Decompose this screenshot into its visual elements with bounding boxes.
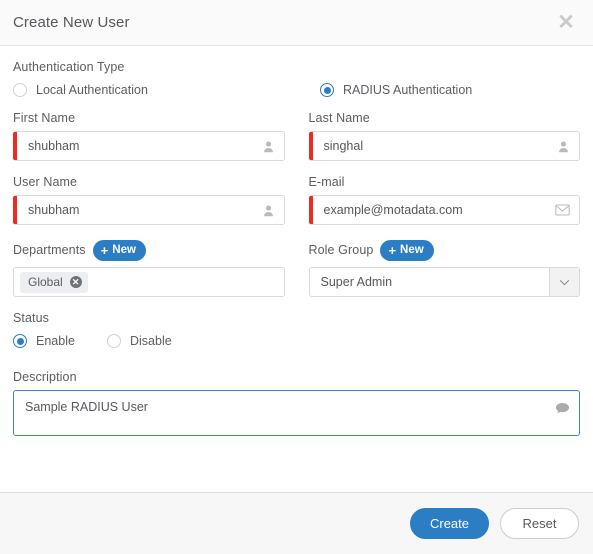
status-label: Status: [13, 311, 50, 325]
username-email-row: User Name shubham E-mail example@motadat…: [13, 175, 580, 225]
department-tag: Global ✕: [20, 271, 88, 293]
radio-status-enable-circle: [13, 334, 27, 348]
last-name-field: Last Name singhal: [308, 111, 580, 161]
user-icon: [262, 204, 275, 217]
email-value: example@motadata.com: [323, 203, 463, 217]
first-name-field: First Name shubham: [13, 111, 285, 161]
user-name-value: shubham: [28, 203, 80, 217]
radio-radius-authentication-circle: [320, 83, 334, 97]
role-group-new-button-label: New: [400, 244, 424, 256]
role-group-field: Role Group + New Super Admin: [308, 239, 581, 297]
envelope-icon: [555, 204, 570, 216]
comment-icon: [555, 402, 570, 421]
last-name-value: singhal: [323, 139, 364, 153]
user-icon: [557, 140, 570, 153]
authentication-type-radio-group: Local Authentication RADIUS Authenticati…: [13, 83, 580, 97]
radio-status-enable-label: Enable: [36, 334, 75, 348]
radio-radius-authentication[interactable]: RADIUS Authentication: [320, 83, 472, 97]
role-group-label-row: Role Group + New: [309, 239, 581, 261]
radio-status-disable[interactable]: Disable: [107, 334, 172, 348]
create-new-user-dialog: Create New User ✕ Authentication Type Lo…: [0, 0, 593, 554]
description-field: Description Sample RADIUS User: [13, 370, 580, 436]
radio-local-authentication-circle: [13, 83, 27, 97]
last-name-input[interactable]: singhal: [308, 131, 580, 161]
last-name-label: Last Name: [308, 111, 370, 125]
email-field: E-mail example@motadata.com: [308, 175, 580, 225]
departments-new-button[interactable]: + New: [92, 239, 146, 261]
departments-label-row: Departments + New: [13, 239, 285, 261]
description-textarea[interactable]: Sample RADIUS User: [13, 390, 580, 436]
role-group-label: Role Group: [308, 243, 374, 257]
radio-local-authentication[interactable]: Local Authentication: [13, 83, 296, 97]
remove-tag-icon[interactable]: ✕: [69, 276, 82, 288]
departments-field: Departments + New Global ✕: [13, 239, 285, 297]
close-icon[interactable]: ✕: [555, 12, 577, 34]
user-name-label: User Name: [13, 175, 78, 189]
dialog-title: Create New User: [13, 14, 130, 31]
description-label: Description: [13, 370, 77, 384]
departments-rolegroup-row: Departments + New Global ✕ Role Group + …: [13, 239, 580, 297]
authentication-type-label: Authentication Type: [13, 60, 125, 74]
chevron-down-icon[interactable]: [549, 268, 579, 296]
email-input[interactable]: example@motadata.com: [308, 195, 580, 225]
departments-label: Departments: [13, 243, 86, 257]
first-name-value: shubham: [28, 139, 80, 153]
create-button[interactable]: Create: [410, 508, 489, 539]
name-row: First Name shubham Last Name singhal: [13, 111, 580, 161]
user-icon: [262, 140, 275, 153]
dialog-footer: Create Reset: [0, 492, 593, 554]
radio-status-disable-label: Disable: [130, 334, 172, 348]
email-label: E-mail: [308, 175, 345, 189]
dialog-header: Create New User ✕: [0, 0, 593, 46]
plus-icon: +: [100, 242, 109, 258]
dialog-body: Authentication Type Local Authentication…: [0, 46, 593, 492]
first-name-input[interactable]: shubham: [13, 131, 285, 161]
user-name-field: User Name shubham: [13, 175, 285, 225]
departments-select[interactable]: Global ✕: [13, 267, 285, 297]
user-name-input[interactable]: shubham: [13, 195, 285, 225]
radio-status-disable-circle: [107, 334, 121, 348]
description-value: Sample RADIUS User: [25, 400, 148, 414]
first-name-label: First Name: [13, 111, 76, 125]
radio-radius-authentication-label: RADIUS Authentication: [343, 83, 473, 97]
role-group-new-button[interactable]: + New: [380, 239, 434, 261]
role-group-value: Super Admin: [320, 275, 393, 289]
plus-icon: +: [388, 242, 397, 258]
radio-status-enable[interactable]: Enable: [13, 334, 107, 348]
radio-local-authentication-label: Local Authentication: [36, 83, 148, 97]
role-group-dropdown[interactable]: Super Admin: [308, 267, 580, 297]
status-section: Status Enable Disable: [13, 311, 580, 348]
authentication-type-section: Authentication Type Local Authentication…: [13, 60, 580, 97]
departments-new-button-label: New: [112, 244, 136, 256]
status-radio-group: Enable Disable: [13, 334, 580, 348]
reset-button[interactable]: Reset: [500, 508, 579, 539]
department-tag-label: Global: [28, 275, 63, 289]
